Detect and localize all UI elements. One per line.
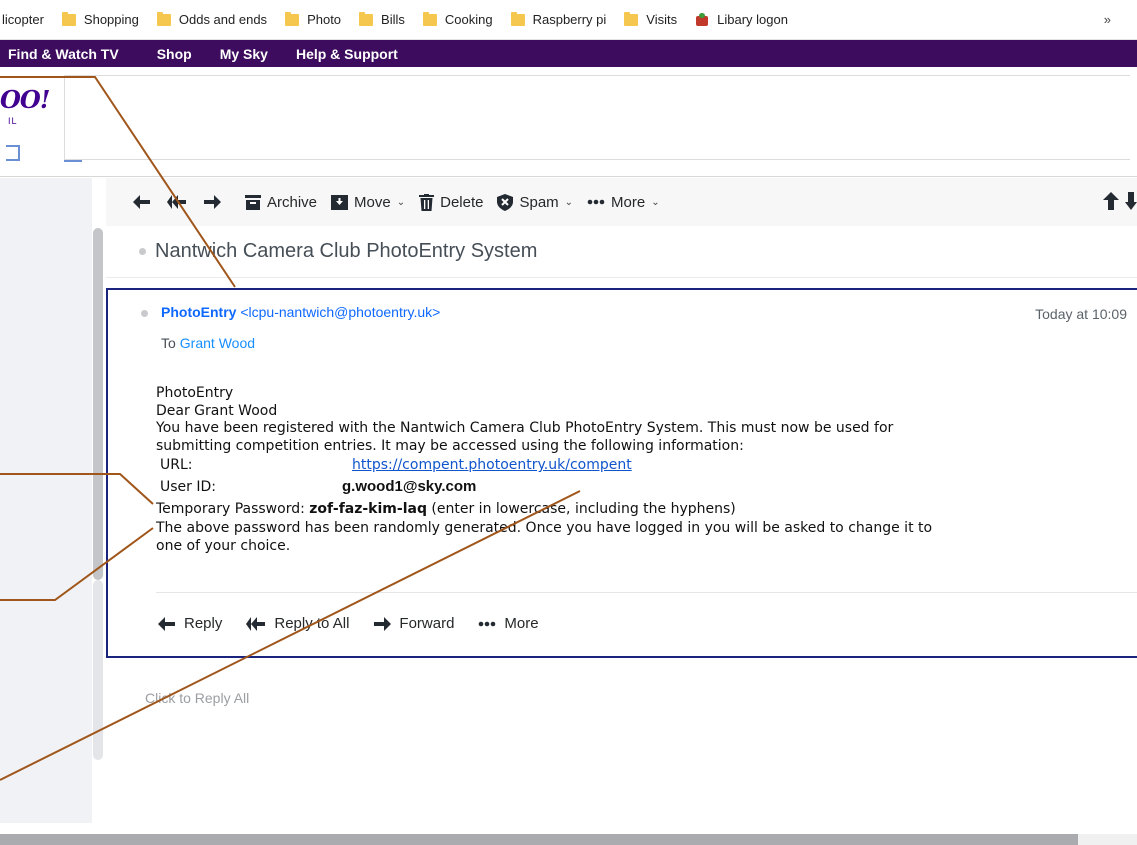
compose-underline: [64, 160, 82, 162]
archive-icon: [245, 194, 261, 210]
reply-arrow-icon: [133, 195, 150, 209]
body-line: Dear Grant Wood: [156, 402, 278, 419]
move-icon: [331, 194, 349, 210]
reply-button[interactable]: Reply: [158, 615, 222, 632]
message-actions: Reply Reply to All Forward More: [158, 615, 563, 632]
compose-icon[interactable]: [6, 145, 20, 161]
body-line: submitting competition entries. It may b…: [156, 437, 744, 454]
folder-icon: [624, 11, 639, 26]
bookmark-licopter[interactable]: licopter: [2, 12, 44, 27]
bookmark-photo[interactable]: Photo: [285, 11, 341, 27]
reply-all-arrow-icon: [246, 616, 266, 631]
library-favicon-icon: [695, 12, 709, 27]
yahoo-logo[interactable]: OO!: [0, 85, 50, 114]
folder-icon: [61, 11, 76, 26]
body-line: PhotoEntry: [156, 385, 234, 401]
reply-all-button[interactable]: Reply to All: [246, 615, 349, 632]
bookmark-odds-and-ends[interactable]: Odds and ends: [156, 11, 267, 27]
bookmark-shopping[interactable]: Shopping: [61, 11, 139, 27]
bookmark-raspberry-pi[interactable]: Raspberry pi: [510, 11, 606, 27]
actions-divider: [156, 592, 1137, 593]
reply-all-arrow-icon: [167, 195, 186, 209]
message-toolbar: Archive Move ⌄ Delete Spam ⌄ More ⌄: [106, 178, 1137, 226]
header-panel: [64, 75, 1130, 160]
sender-address[interactable]: <lcpu-nantwich@photoentry.uk>: [240, 304, 440, 320]
message-nav-arrows: [1103, 192, 1137, 210]
compent-link[interactable]: https://compent.photoentry.uk/compent: [352, 457, 632, 475]
move-button[interactable]: Move ⌄: [331, 194, 405, 211]
body-line: one of your choice.: [156, 537, 291, 554]
forward-arrow-icon: [204, 195, 221, 209]
folder-icon: [156, 11, 171, 26]
more-actions-button[interactable]: More: [478, 615, 539, 632]
message-card: PhotoEntry <lcpu-nantwich@photoentry.uk>…: [106, 288, 1137, 658]
message-read-dot-icon[interactable]: [141, 310, 148, 317]
sky-nav-bar: Find & Watch TV Shop My Sky Help & Suppo…: [0, 40, 1137, 67]
bookmark-libary-logon[interactable]: Libary logon: [695, 12, 788, 27]
nav-shop[interactable]: Shop: [157, 46, 192, 62]
archive-button[interactable]: Archive: [245, 194, 317, 211]
horizontal-scrollbar-thumb[interactable]: [0, 834, 1078, 845]
arrow-down-icon[interactable]: [1125, 192, 1137, 210]
unread-dot-icon[interactable]: [139, 248, 146, 255]
nav-help-support[interactable]: Help & Support: [296, 46, 398, 62]
chevron-down-icon: ⌄: [651, 196, 660, 208]
chevron-down-icon: ⌄: [396, 196, 406, 208]
bookmarks-overflow-button[interactable]: »: [1104, 12, 1111, 27]
message-sender: PhotoEntry <lcpu-nantwich@photoentry.uk>: [161, 304, 440, 320]
forward-toolbar-button[interactable]: [203, 195, 227, 209]
sender-name[interactable]: PhotoEntry: [161, 304, 236, 320]
body-line: You have been registered with the Nantwi…: [156, 420, 894, 436]
folder-icon: [285, 11, 300, 26]
forward-arrow-icon: [374, 616, 392, 631]
forward-button[interactable]: Forward: [373, 615, 454, 632]
click-to-reply-all[interactable]: Click to Reply All: [145, 690, 249, 706]
bookmarks-bar: licopter Shopping Odds and ends Photo Bi…: [0, 0, 1137, 40]
reply-arrow-icon: [158, 616, 175, 631]
nav-find-watch-tv[interactable]: Find & Watch TV: [8, 46, 119, 62]
bookmark-bills[interactable]: Bills: [359, 11, 405, 27]
message-scrollbar-lower: [93, 580, 103, 760]
arrow-up-icon[interactable]: [1103, 192, 1119, 210]
spam-button[interactable]: Spam ⌄: [497, 193, 574, 211]
folder-icon: [359, 11, 374, 26]
folder-sidebar: [0, 178, 92, 823]
folder-icon: [510, 11, 525, 26]
ellipsis-icon: [479, 621, 496, 626]
trash-icon: [419, 193, 435, 211]
message-scrollbar-thumb[interactable]: [93, 228, 103, 580]
message-time: Today at 10:09: [1035, 306, 1127, 322]
delete-button[interactable]: Delete: [419, 193, 483, 211]
bookmark-cooking[interactable]: Cooking: [422, 11, 493, 27]
password-value: zof-faz-kim-laq: [309, 501, 427, 517]
password-row: Temporary Password: zof-faz-kim-laq (ent…: [156, 499, 1126, 520]
nav-my-sky[interactable]: My Sky: [220, 46, 268, 62]
ellipsis-icon: [587, 199, 605, 205]
password-label: Temporary Password:: [156, 501, 305, 517]
user-id-label: User ID:: [160, 479, 216, 495]
reply-all-toolbar-button[interactable]: [167, 195, 193, 209]
bookmark-visits[interactable]: Visits: [624, 11, 677, 27]
user-id-row: User ID: g.wood1@sky.com: [156, 476, 1126, 499]
mail-header: OO! IL: [0, 67, 1137, 177]
to-label: To: [161, 335, 176, 351]
url-label: URL:: [160, 457, 193, 473]
url-row: URL: https://compent.photoentry.uk/compe…: [156, 455, 1126, 476]
folder-icon: [422, 11, 437, 26]
message-recipient: To Grant Wood: [161, 335, 255, 351]
shield-x-icon: [497, 193, 514, 211]
password-note: (enter in lowercase, including the hyphe…: [431, 501, 736, 517]
message-body: PhotoEntry Dear Grant Wood You have been…: [156, 385, 1126, 555]
more-toolbar-button[interactable]: More ⌄: [587, 194, 660, 211]
user-id-value: g.wood1@sky.com: [342, 478, 477, 495]
yahoo-logo-subtext: IL: [8, 116, 18, 126]
message-subject-bar: Nantwich Camera Club PhotoEntry System: [106, 226, 1137, 278]
message-subject: Nantwich Camera Club PhotoEntry System: [155, 240, 538, 262]
body-line: The above password has been randomly gen…: [156, 520, 933, 536]
recipient-name[interactable]: Grant Wood: [180, 335, 255, 351]
chevron-down-icon: ⌄: [564, 196, 574, 208]
reply-toolbar-button[interactable]: [133, 195, 157, 209]
